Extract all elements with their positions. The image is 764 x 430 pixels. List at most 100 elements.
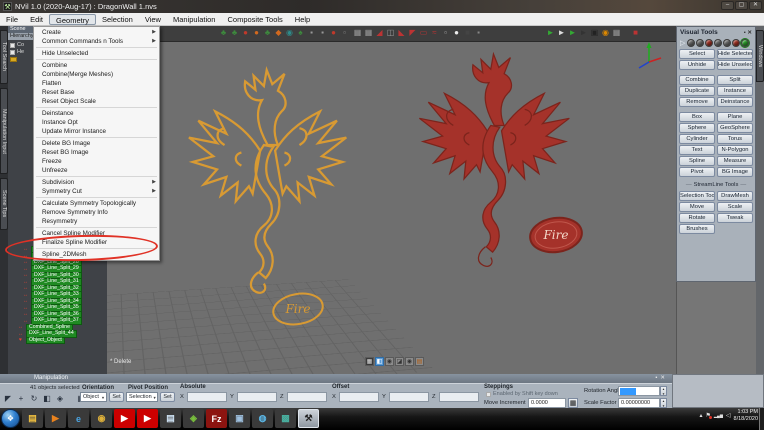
toolbar-icon[interactable]: ● [251, 27, 262, 39]
toolbar-icon[interactable]: ● [328, 27, 339, 39]
orientation-dropdown[interactable]: Object▾ [80, 392, 107, 402]
button-tweak[interactable]: Tweak [717, 213, 753, 223]
menu-item-reset-object-scale[interactable]: Reset Object Scale [34, 97, 159, 106]
button-measure[interactable]: Measure [717, 156, 753, 166]
menu-view[interactable]: View [139, 14, 167, 25]
toolbar-icon[interactable]: ▪ [306, 27, 317, 39]
menu-file[interactable]: File [0, 14, 24, 25]
button-move[interactable]: Move [679, 202, 715, 212]
offset-y-field[interactable] [389, 392, 429, 402]
material-sphere-icon[interactable] [714, 39, 722, 47]
rotation-angle-spinner[interactable]: ▴▾ [660, 386, 667, 396]
button-instance[interactable]: Instance [717, 86, 753, 96]
menu-manipulation[interactable]: Manipulation [167, 14, 222, 25]
offset-x-field[interactable] [339, 392, 379, 402]
button-spline[interactable]: Spline [679, 156, 715, 166]
toolbar-icon[interactable]: ■ [462, 27, 473, 39]
button-n-polygon[interactable]: N-Polygon [717, 145, 753, 155]
menu-item-cancel-spline-modifier[interactable]: Cancel Spline Modifier [34, 229, 159, 238]
menu-item-freeze[interactable]: Freeze [34, 157, 159, 166]
chrome[interactable]: ◉ [91, 409, 112, 428]
material-sphere-icon[interactable] [705, 39, 713, 47]
notepad[interactable]: ▤ [160, 409, 181, 428]
left-tab-tool-search[interactable]: Tool Search [0, 30, 8, 84]
button-duplicate[interactable]: Duplicate [679, 86, 715, 96]
button-brushes[interactable]: Brushes [679, 224, 715, 234]
right-collapsed-tab[interactable]: Windows [756, 30, 764, 82]
button-selection-tools[interactable]: Selection Tools [679, 191, 715, 201]
taskbar-clock[interactable]: 1:03 PM 8/18/2020 [734, 409, 758, 422]
show-desktop-button[interactable] [759, 408, 764, 430]
scale-tool[interactable]: ◧ [42, 393, 52, 404]
button-hide-selected[interactable]: Hide Selected [717, 49, 753, 59]
tree-folder-row[interactable] [10, 56, 17, 62]
tree-stub-row[interactable]: Co [10, 42, 24, 48]
material-sphere-icon[interactable] [723, 39, 731, 47]
toolbar-icon[interactable]: ◤ [407, 27, 418, 39]
bg-view[interactable]: ▤ [415, 357, 424, 366]
orientation-set-button[interactable]: Set [109, 392, 124, 402]
photo-viewer[interactable]: ▩ [275, 409, 296, 428]
toolbar-icon[interactable]: ≈ [429, 27, 440, 39]
menu-item-remove-symmetry-info[interactable]: Remove Symmetry Info [34, 208, 159, 217]
wire-view[interactable]: ◪ [395, 357, 404, 366]
toolbar-icon[interactable]: ◉ [600, 27, 611, 39]
viewport-3d[interactable]: Fire Fire Custom Perspective * Delete ▦◧… [107, 26, 676, 374]
toolbar-icon[interactable]: ◣ [396, 27, 407, 39]
maximize-button[interactable]: ▢ [735, 1, 748, 10]
button-bg-image[interactable]: BG Image [717, 167, 753, 177]
youtube-2[interactable]: ▶ [137, 409, 158, 428]
button-sphere[interactable]: Sphere [679, 123, 715, 133]
toolbar-icon[interactable]: ► [556, 27, 567, 39]
checkbox-icon[interactable] [486, 392, 491, 397]
shift-key-checkbox-row[interactable]: Enabled by Shift key down [486, 391, 558, 397]
network-icon[interactable]: ▂▄▆ [714, 413, 723, 418]
absolute-z-field[interactable] [287, 392, 327, 402]
checkbox-icon[interactable] [10, 43, 15, 48]
button-cylinder[interactable]: Cylinder [679, 134, 715, 144]
left-tab-manipulation-input[interactable]: Manipulation Input [0, 88, 8, 174]
button-plane[interactable]: Plane [717, 112, 753, 122]
button-pivot[interactable]: Pivot [679, 167, 715, 177]
toolbar-icon[interactable]: ▦ [352, 27, 363, 39]
filezilla[interactable]: Fz [206, 409, 227, 428]
button-drawmesh[interactable]: DrawMesh [717, 191, 753, 201]
pivot-set-button[interactable]: Set [160, 392, 175, 402]
action-center-flag-icon[interactable]: ⚑ [706, 412, 711, 419]
menu-composite-tools[interactable]: Composite Tools [221, 14, 288, 25]
pivot-dropdown[interactable]: Selection▾ [126, 392, 158, 402]
windows-explorer[interactable]: ▤ [22, 409, 43, 428]
menu-item-common-commands-n-tools[interactable]: Common Commands n Tools▶ [34, 37, 159, 46]
hidden-icons-button[interactable]: ▴ [700, 412, 703, 419]
youtube[interactable]: ▶ [114, 409, 135, 428]
menu-item-create[interactable]: Create▶ [34, 28, 159, 37]
tree-stub-row[interactable]: He [10, 49, 24, 55]
left-tab-scene-tips[interactable]: Scene Tips [0, 178, 8, 230]
material-sphere-icon[interactable] [696, 39, 704, 47]
transform-tool[interactable]: ◈ [55, 393, 65, 404]
button-combine[interactable]: Combine [679, 75, 715, 85]
computer[interactable]: ▣ [229, 409, 250, 428]
close-icon[interactable]: ✕ [747, 30, 752, 36]
toolbar-icon[interactable]: ♣ [262, 27, 273, 39]
button-box[interactable]: Box [679, 112, 715, 122]
media-player[interactable]: ▶ [45, 409, 66, 428]
toolbar-icon[interactable]: ♠ [295, 27, 306, 39]
menu-help[interactable]: Help [289, 14, 316, 25]
toolbar-icon[interactable]: ◉ [284, 27, 295, 39]
menu-item-hide-unselected[interactable]: Hide Unselected [34, 49, 159, 58]
toolbar-icon[interactable]: ► [578, 27, 589, 39]
absolute-x-field[interactable] [187, 392, 227, 402]
button-hide-unselect-[interactable]: Hide Unselect. [717, 60, 753, 70]
move-increment-field[interactable]: 0.0000 [528, 398, 566, 408]
toolbar-icon[interactable]: ▦ [363, 27, 374, 39]
button-rotate[interactable]: Rotate [679, 213, 715, 223]
menu-item-reset-bg-image[interactable]: Reset BG Image [34, 148, 159, 157]
button-remove[interactable]: Remove [679, 97, 715, 107]
rotate-tool[interactable]: ↻ [29, 393, 39, 404]
absolute-y-field[interactable] [237, 392, 277, 402]
toolbar-icon[interactable]: ▫ [339, 27, 350, 39]
start-button[interactable]: ❖ [1, 409, 20, 428]
material-sphere-icon[interactable] [741, 39, 749, 47]
menu-item-calculate-symmetry-topologically[interactable]: Calculate Symmetry Topologically [34, 199, 159, 208]
